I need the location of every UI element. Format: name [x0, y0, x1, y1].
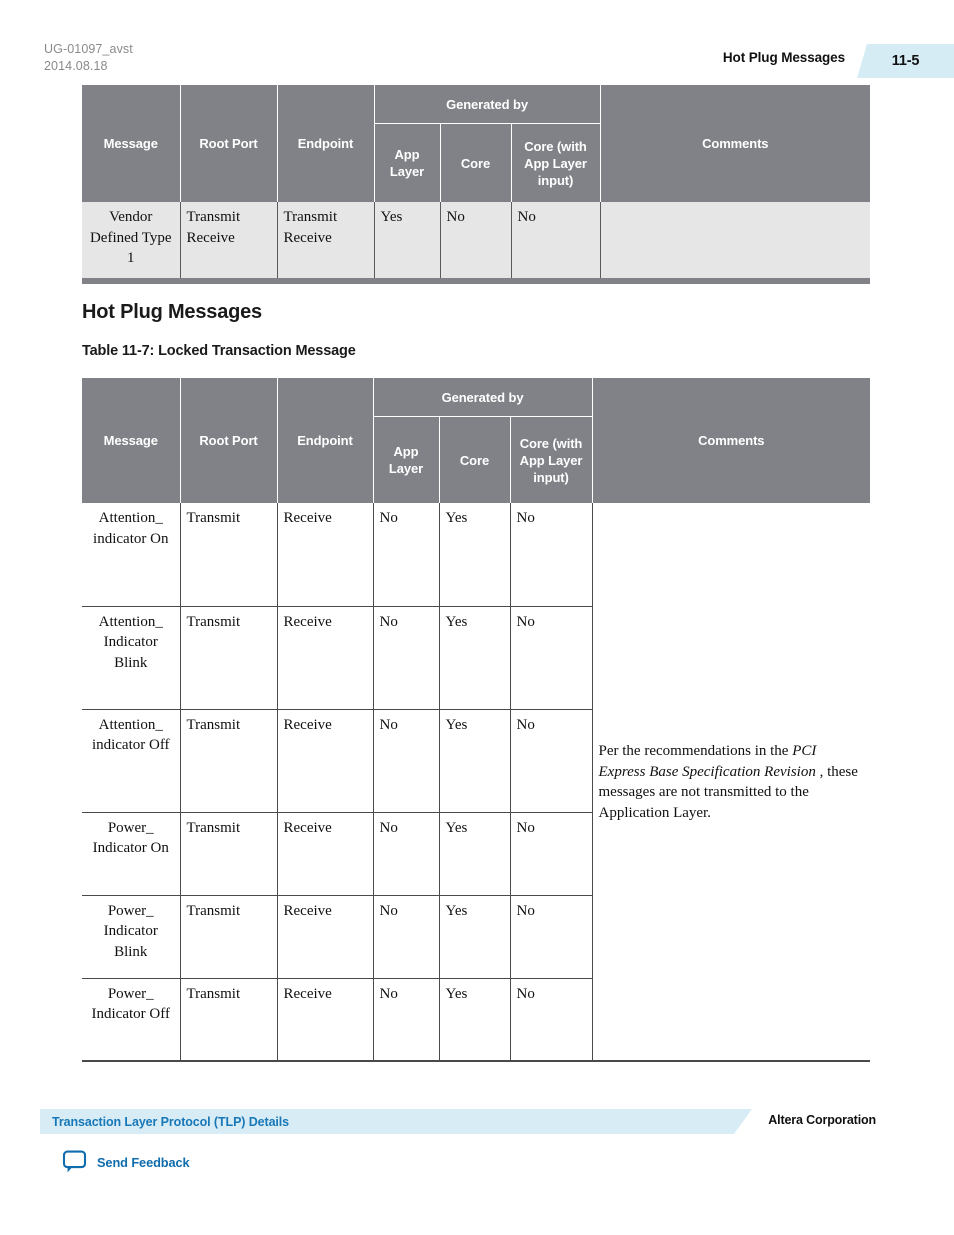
cell-comments: Per the recommendations in the PCI Expre… [591, 503, 871, 1061]
send-feedback-label: Send Feedback [97, 1154, 190, 1170]
table-vendor-head: Message Root Port Endpoint Generated by … [82, 85, 871, 202]
speech-bubble-icon [62, 1150, 87, 1173]
col-header-generated-by: Generated by [372, 378, 593, 417]
col-header-endpoint: Endpoint [276, 85, 374, 202]
col-header-core: Core [438, 416, 510, 503]
cell-root-port: Transmit Receive [179, 202, 277, 278]
document-id: UG-01097_avst [44, 42, 133, 56]
cell-message: Attention_ Indicator Blink [82, 605, 180, 709]
table-caption: Table 11-7: Locked Transaction Message [82, 343, 356, 359]
bottom-rule [82, 278, 871, 284]
col-header-comments: Comments [599, 85, 871, 202]
cell-app-layer: No [372, 977, 439, 1061]
cell-app-layer: No [372, 503, 439, 606]
cell-core-with-app-layer-input: No [509, 811, 593, 895]
cell-core-with-app-layer-input: No [509, 708, 593, 812]
page-title: Hot Plug Messages [82, 301, 262, 323]
cell-endpoint: Receive [276, 605, 373, 709]
cell-message: Power_ Indicator Off [82, 977, 180, 1061]
bottom-rule [82, 1060, 871, 1063]
page-number-label: 11-5 [891, 53, 920, 69]
cell-app-layer: No [372, 708, 439, 812]
col-header-core-with-app-layer-input: Core (with App Layer input) [510, 123, 601, 202]
col-header-message: Message [82, 85, 180, 202]
cell-root-port: Transmit [179, 605, 277, 709]
col-header-message: Message [82, 378, 180, 503]
cell-core: No [439, 202, 511, 278]
cell-endpoint: Transmit Receive [276, 202, 374, 278]
col-header-core-with-app-layer-input: Core (with App Layer input) [509, 416, 593, 503]
col-header-root-port: Root Port [179, 378, 277, 503]
table-locked-header-row-1: Message Root Port Endpoint Generated by … [82, 378, 871, 503]
cell-core-with-app-layer-input: No [509, 605, 593, 709]
footer-section-label: Transaction Layer Protocol (TLP) Details [52, 1114, 290, 1129]
cell-message: Power_ Indicator On [82, 811, 180, 895]
cell-message: Power_ Indicator Blink [82, 894, 180, 978]
table-locked-bottom-rule [82, 1060, 871, 1063]
cell-app-layer: Yes [373, 202, 440, 278]
cell-root-port: Transmit [179, 503, 277, 606]
table-row: Vendor Defined Type 1 Transmit Receive T… [82, 202, 871, 278]
col-header-app-layer: App Layer [372, 416, 439, 503]
header-chapter-title: Hot Plug Messages [722, 50, 845, 65]
table-vendor-bottom-rule [82, 278, 871, 284]
footer-banner: Transaction Layer Protocol (TLP) Details [40, 1109, 752, 1134]
table-vendor-header-row-1: Message Root Port Endpoint Generated by … [82, 85, 871, 202]
cell-core-with-app-layer-input: No [510, 202, 601, 278]
footer-corporation-label: Altera Corporation [768, 1113, 876, 1127]
cell-root-port: Transmit [179, 811, 277, 895]
cell-core: Yes [438, 894, 510, 978]
header-right-group: Hot Plug Messages 11-5 [723, 44, 954, 78]
col-header-generated-by: Generated by [373, 85, 601, 124]
page-header: UG-01097_avst 2014.08.18 Hot Plug Messag… [0, 0, 954, 78]
cell-comments [599, 202, 871, 278]
cell-core: Yes [438, 977, 510, 1061]
cell-endpoint: Receive [276, 894, 373, 978]
comments-lead-text: Per the recommendations in the [598, 743, 793, 759]
cell-app-layer: No [372, 894, 439, 978]
cell-app-layer: No [372, 605, 439, 709]
table-locked-transaction-message: Message Root Port Endpoint Generated by … [82, 378, 871, 1063]
table-vendor-body: Vendor Defined Type 1 Transmit Receive T… [82, 202, 871, 284]
cell-endpoint: Receive [276, 811, 373, 895]
cell-core-with-app-layer-input: No [509, 503, 593, 606]
cell-message: Attention_ indicator On [82, 503, 180, 606]
table-locked-head: Message Root Port Endpoint Generated by … [82, 378, 871, 503]
cell-root-port: Transmit [179, 708, 277, 812]
cell-message: Vendor Defined Type 1 [82, 202, 180, 278]
cell-core: Yes [438, 605, 510, 709]
document-date: 2014.08.18 [44, 59, 108, 73]
table-vendor-defined-message: Message Root Port Endpoint Generated by … [82, 85, 871, 284]
cell-core-with-app-layer-input: No [509, 894, 593, 978]
page-number-badge: 11-5 [857, 44, 954, 78]
cell-endpoint: Receive [276, 708, 373, 812]
cell-endpoint: Receive [276, 503, 373, 606]
send-feedback-link[interactable]: Send Feedback [62, 1150, 190, 1174]
col-header-app-layer: App Layer [373, 123, 440, 202]
page-footer: Transaction Layer Protocol (TLP) Details… [0, 1100, 954, 1200]
cell-core: Yes [438, 708, 510, 812]
cell-message: Attention_ indicator Off [82, 708, 180, 812]
cell-root-port: Transmit [179, 977, 277, 1061]
cell-app-layer: No [372, 811, 439, 895]
col-header-comments: Comments [591, 378, 871, 503]
cell-endpoint: Receive [276, 977, 373, 1061]
col-header-endpoint: Endpoint [276, 378, 373, 503]
cell-core-with-app-layer-input: No [509, 977, 593, 1061]
col-header-core: Core [439, 123, 511, 202]
table-locked-body: Attention_ indicator On Transmit Receive… [82, 503, 871, 1063]
cell-core: Yes [438, 811, 510, 895]
col-header-root-port: Root Port [179, 85, 277, 202]
comments-paragraph: Per the recommendations in the PCI Expre… [599, 741, 865, 823]
cell-root-port: Transmit [179, 894, 277, 978]
table-row: Attention_ indicator On Transmit Receive… [82, 503, 871, 1061]
cell-core: Yes [438, 503, 510, 606]
